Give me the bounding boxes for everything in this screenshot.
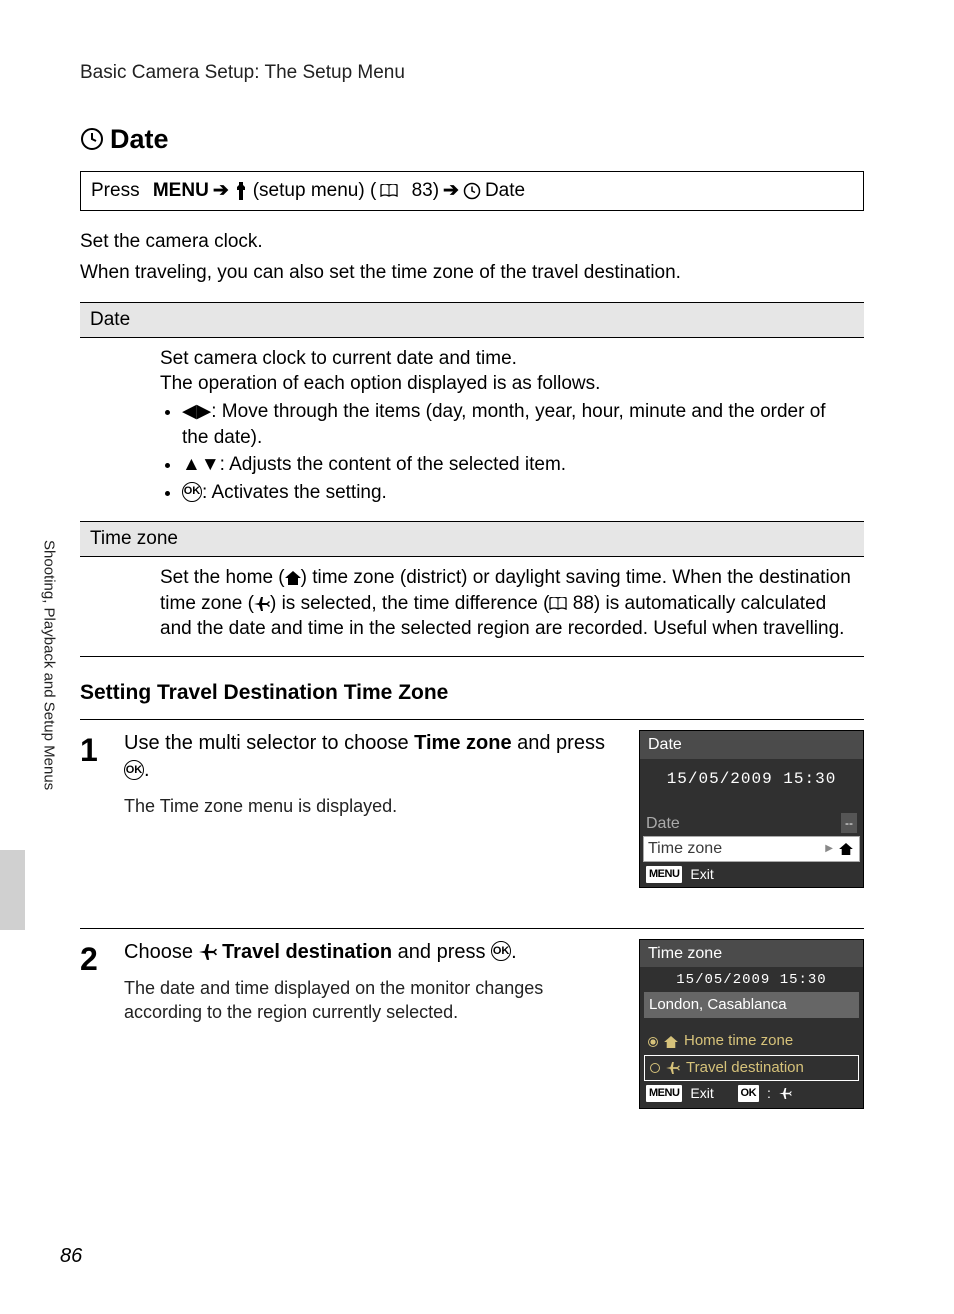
step-number: 1 xyxy=(80,730,110,887)
plane-icon xyxy=(779,1088,792,1099)
table-body-date: Set camera clock to current date and tim… xyxy=(80,338,864,522)
menu-chip: MENU xyxy=(646,866,682,883)
radio-on-icon xyxy=(648,1037,658,1047)
nav-setup-text: (setup menu) ( xyxy=(253,178,377,204)
step-2-lead: Choose Travel destination and press OK. xyxy=(124,939,615,966)
nav-press: Press xyxy=(91,178,140,204)
screen2-exit: Exit xyxy=(690,1084,713,1103)
menu-chip: MENU xyxy=(646,1085,682,1102)
ok-icon: OK xyxy=(491,941,511,961)
section-title: Date xyxy=(80,121,864,157)
side-section-label: Shooting, Playback and Setup Menus xyxy=(38,540,58,790)
step-2-desc: The date and time displayed on the monit… xyxy=(124,976,615,1025)
plane-icon xyxy=(666,1062,680,1074)
table-header-timezone: Time zone xyxy=(80,521,864,557)
subheading-travel: Setting Travel Destination Time Zone xyxy=(80,679,864,707)
screen1-datetime: 15/05/2009 15:30 xyxy=(640,759,863,799)
step-2-lead-b: Travel destination xyxy=(222,941,392,963)
screen2-opt1-label: Home time zone xyxy=(684,1031,793,1051)
nav-date-text: Date xyxy=(485,178,525,204)
date-bullet-2: : Adjusts the content of the selected it… xyxy=(182,452,854,478)
radio-off-icon xyxy=(650,1063,660,1073)
camera-screen-1: Date 15/05/2009 15:30 Date -- Time zone … xyxy=(639,730,864,887)
intro-p2: When traveling, you can also set the tim… xyxy=(80,260,864,286)
side-tab xyxy=(0,850,25,930)
nav-pageref: 83) xyxy=(412,178,439,204)
triangle-right-icon xyxy=(197,401,212,422)
screen1-row1-label: Date xyxy=(646,813,680,835)
camera-screen-2: Time zone 15/05/2009 15:30 London, Casab… xyxy=(639,939,864,1109)
page-number: 86 xyxy=(60,1243,82,1270)
step-1-lead: Use the multi selector to choose Time zo… xyxy=(124,730,615,784)
intro-p1: Set the camera clock. xyxy=(80,229,864,255)
ok-chip: OK xyxy=(738,1085,760,1102)
step-1-lead-c: and press xyxy=(512,732,605,754)
arrow-right-icon: ➔ xyxy=(213,178,229,204)
home-icon xyxy=(837,842,855,856)
intro-text: Set the camera clock. When traveling, yo… xyxy=(80,229,864,286)
home-icon xyxy=(664,1036,678,1048)
date-desc-2: The operation of each option displayed i… xyxy=(160,371,854,397)
step-2-lead-a: Choose xyxy=(124,941,199,963)
screen1-title: Date xyxy=(640,731,863,759)
table-header-date: Date xyxy=(80,302,864,338)
tz-text-1: Set the home ( xyxy=(160,567,285,588)
screen2-title: Time zone xyxy=(640,940,863,968)
date-bullet-3: OK: Activates the setting. xyxy=(182,480,854,506)
plane-icon xyxy=(199,944,217,960)
triangle-down-icon xyxy=(201,454,220,475)
step-2: 2 Choose Travel destination and press OK… xyxy=(80,928,864,1149)
screen2-datetime: 15/05/2009 15:30 xyxy=(640,967,863,992)
breadcrumb: Basic Camera Setup: The Setup Menu xyxy=(80,60,864,86)
screen2-footer: MENU Exit OK : xyxy=(640,1081,863,1106)
screen1-row2-label: Time zone xyxy=(648,838,722,860)
screen1-footer: MENU Exit xyxy=(640,862,863,887)
arrow-right-icon: ➔ xyxy=(443,178,459,204)
triangle-right-icon: ▶ xyxy=(825,842,833,856)
screen1-exit: Exit xyxy=(690,865,713,884)
screen2-option-home: Home time zone xyxy=(640,1028,863,1054)
section-title-text: Date xyxy=(110,121,169,157)
step-1-lead-b: Time zone xyxy=(414,732,511,754)
book-icon xyxy=(380,184,398,198)
triangle-up-icon xyxy=(182,454,201,475)
home-icon xyxy=(285,571,301,585)
manual-page: Basic Camera Setup: The Setup Menu Date … xyxy=(0,0,954,1314)
date-bullet-2-text: : Adjusts the content of the selected it… xyxy=(220,454,566,475)
steps-list: 1 Use the multi selector to choose Time … xyxy=(80,719,864,1148)
date-bullet-1-text: : Move through the items (day, month, ye… xyxy=(182,401,826,448)
ok-icon: OK xyxy=(182,482,202,502)
book-icon xyxy=(549,597,567,611)
step-1: 1 Use the multi selector to choose Time … xyxy=(80,719,864,927)
date-bullet-1: : Move through the items (day, month, ye… xyxy=(182,399,854,450)
step-2-lead-c: and press xyxy=(392,941,491,963)
step-1-lead-a: Use the multi selector to choose xyxy=(124,732,414,754)
ok-icon: OK xyxy=(124,760,144,780)
date-desc-1: Set camera clock to current date and tim… xyxy=(160,346,854,372)
screen1-row-date: Date -- xyxy=(640,811,863,837)
clock-icon xyxy=(80,127,104,151)
screen1-row-timezone: Time zone ▶ xyxy=(643,836,860,862)
step-1-desc: The Time zone menu is displayed. xyxy=(124,794,615,818)
triangle-left-icon xyxy=(182,401,197,422)
menu-button-label: MENU xyxy=(153,178,209,204)
screen1-row1-value: -- xyxy=(841,813,857,833)
wrench-icon xyxy=(233,182,249,200)
table-body-timezone: Set the home () time zone (district) or … xyxy=(80,557,864,656)
options-table: Date Set camera clock to current date an… xyxy=(80,302,864,657)
screen2-opt2-label: Travel destination xyxy=(686,1058,804,1078)
date-bullet-3-text: : Activates the setting. xyxy=(202,482,387,503)
tz-text-3: ) is selected, the time difference ( xyxy=(270,593,550,614)
plane-icon xyxy=(254,597,270,611)
step-number: 2 xyxy=(80,939,110,1109)
navigation-path-box: Press MENU ➔ (setup menu) ( 83) ➔ Date xyxy=(80,171,864,211)
screen2-option-travel: Travel destination xyxy=(644,1055,859,1081)
screen2-location: London, Casablanca xyxy=(644,992,859,1018)
clock-icon xyxy=(463,182,481,200)
